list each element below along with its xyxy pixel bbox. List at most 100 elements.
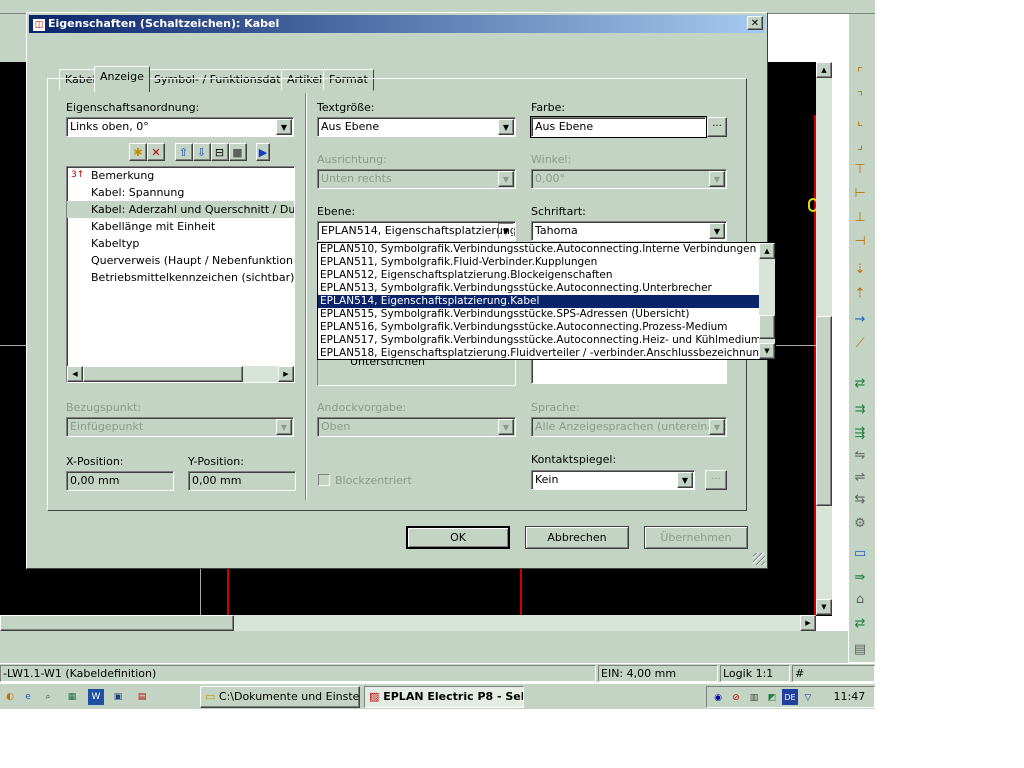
alignment-dropdown[interactable]: Unten rechts ▼ — [317, 169, 516, 189]
color-field[interactable]: Aus Ebene — [530, 116, 707, 138]
chevron-down-icon[interactable]: ▼ — [709, 171, 725, 187]
scroll-thumb[interactable] — [759, 315, 775, 339]
move-bottom-icon[interactable]: ■ — [228, 143, 247, 161]
list-item[interactable]: Betriebsmittelkennzeichen (sichtbar) — [67, 269, 294, 286]
scroll-left-arrow[interactable]: ◀ — [67, 366, 83, 382]
word-icon[interactable]: W — [88, 689, 104, 705]
move-top-icon[interactable]: ⊟ — [210, 143, 229, 161]
arrangement-dropdown[interactable]: Links oben, 0° ▼ — [66, 117, 294, 137]
dropdown-option[interactable]: EPLAN511, Symbolgrafik.Fluid-Verbinder.K… — [318, 256, 775, 269]
tab-anzeige[interactable]: Anzeige — [94, 66, 150, 92]
connector-icon[interactable]: ⇉ — [849, 398, 871, 420]
list-item-selected[interactable]: Kabel: Aderzahl und Querschnitt / Durchm… — [67, 201, 294, 218]
connector-icon[interactable]: ⇶ — [849, 422, 871, 444]
close-button[interactable]: ✕ — [747, 16, 763, 30]
canvas-vscrollbar[interactable]: ▲ ▼ — [816, 62, 832, 615]
chevron-down-icon[interactable]: ▼ — [498, 171, 514, 187]
corner-bottom-left-icon[interactable]: ⌞ — [849, 110, 871, 132]
connector-icon[interactable]: ⇌ — [849, 466, 871, 488]
scroll-thumb[interactable] — [83, 366, 243, 382]
cancel-button[interactable]: Abbrechen — [525, 526, 629, 549]
chevron-down-icon[interactable]: ▼ — [498, 419, 514, 435]
corner-top-right-icon[interactable]: ⌝ — [849, 86, 871, 108]
reference-point-dropdown[interactable]: Einfügepunkt ▼ — [66, 417, 294, 437]
list-item[interactable]: Querverweis (Haupt / Nebenfunktion) — [67, 252, 294, 269]
x-position-field[interactable]: 0,00 mm — [66, 471, 174, 491]
excel-icon[interactable]: ▦ — [64, 689, 80, 705]
dropdown-option[interactable]: EPLAN515, Symbolgrafik.Verbindungsstücke… — [318, 308, 775, 321]
angle-dropdown[interactable]: 0,00° ▼ — [531, 169, 727, 189]
connector-icon[interactable]: ⚙ — [849, 512, 871, 534]
connector-icon[interactable]: ⌂ — [849, 588, 871, 610]
contact-mirror-button[interactable]: ... — [705, 470, 727, 490]
scroll-right-arrow[interactable]: ▶ — [278, 366, 294, 382]
cross-down-icon[interactable]: ⇣ — [849, 258, 871, 280]
text-size-dropdown[interactable]: Aus Ebene ▼ — [317, 117, 516, 137]
scroll-down-arrow[interactable]: ▼ — [816, 599, 832, 615]
scroll-down-arrow[interactable]: ▼ — [759, 343, 775, 359]
font-dropdown[interactable]: Tahoma ▼ — [531, 221, 727, 241]
line-icon[interactable]: ⟋ — [849, 332, 871, 354]
scroll-up-arrow[interactable]: ▲ — [816, 62, 832, 78]
more-icon[interactable]: ▶ — [256, 143, 270, 161]
layer-dropdown[interactable]: EPLAN514, Eigenschaftsplatzierung.K ▼ — [317, 221, 516, 241]
taskbar-button-explorer[interactable]: ▭ C:\Dokumente und Einstel... — [200, 686, 360, 708]
list-item[interactable]: Kabellänge mit Einheit — [67, 218, 294, 235]
language-indicator[interactable]: DE — [782, 689, 798, 705]
t-junction-down-icon[interactable]: ⊤ — [849, 158, 871, 180]
dropdown-option[interactable]: EPLAN517, Symbolgrafik.Verbindungsstücke… — [318, 334, 775, 347]
ok-button[interactable]: OK — [406, 526, 510, 549]
connector-icon[interactable]: ⇛ — [849, 566, 871, 588]
list-item[interactable]: 3↑ Bemerkung — [67, 167, 294, 184]
chevron-down-icon[interactable]: ▼ — [276, 119, 292, 135]
chevron-down-icon[interactable]: ▼ — [498, 223, 514, 239]
dropdown-option[interactable]: EPLAN513, Symbolgrafik.Verbindungsstücke… — [318, 282, 775, 295]
dropdown-scrollbar[interactable]: ▲ ▼ — [759, 243, 775, 359]
color-picker-button[interactable]: ... — [707, 117, 727, 137]
delete-icon[interactable]: ✕ — [147, 143, 165, 161]
tray-icon[interactable]: ▥ — [746, 690, 762, 706]
layer-dropdown-list[interactable]: EPLAN510, Symbolgrafik.Verbindungsstücke… — [317, 242, 776, 360]
t-junction-left-icon[interactable]: ⊣ — [849, 230, 871, 252]
resize-grip-icon[interactable] — [753, 553, 765, 565]
tray-icon[interactable]: ◩ — [764, 690, 780, 706]
contact-mirror-dropdown[interactable]: Kein ▼ — [531, 470, 695, 490]
scroll-thumb[interactable] — [816, 316, 832, 506]
scroll-thumb[interactable] — [0, 615, 234, 631]
dock-dropdown[interactable]: Oben ▼ — [317, 417, 516, 437]
canvas-hscrollbar[interactable]: ▶ — [0, 615, 816, 631]
cross-up-icon[interactable]: ⇡ — [849, 282, 871, 304]
connector-icon[interactable]: ⇄ — [849, 612, 871, 634]
y-position-field[interactable]: 0,00 mm — [188, 471, 296, 491]
tray-icon[interactable]: ⊘ — [728, 690, 744, 706]
t-junction-up-icon[interactable]: ⊥ — [849, 206, 871, 228]
tray-icon[interactable]: ◉ — [710, 690, 726, 706]
new-item-icon[interactable]: ✱ — [129, 143, 147, 161]
dropdown-option[interactable]: EPLAN518, Eigenschaftsplatzierung.Fluidv… — [318, 347, 775, 359]
list-item[interactable]: Kabeltyp — [67, 235, 294, 252]
apply-button[interactable]: Übernehmen — [644, 526, 748, 549]
corner-top-left-icon[interactable]: ⌜ — [849, 62, 871, 84]
connector-icon[interactable]: ⇆ — [849, 488, 871, 510]
properties-list[interactable]: 3↑ Bemerkung Kabel: Spannung Kabel: Aderz… — [66, 166, 295, 383]
ie-icon[interactable]: e — [20, 689, 36, 705]
dialog-titlebar[interactable]: ◫ Eigenschaften (Schaltzeichen): Kabel ✕ — [29, 15, 765, 33]
connector-icon[interactable]: ⇄ — [849, 372, 871, 394]
list-hscrollbar[interactable]: ◀ ▶ — [67, 366, 294, 382]
network-icon[interactable]: ▽ — [800, 690, 816, 706]
chevron-down-icon[interactable]: ▼ — [709, 419, 725, 435]
chevron-down-icon[interactable]: ▼ — [677, 472, 693, 488]
connector-icon[interactable]: ⇋ — [849, 444, 871, 466]
chevron-down-icon[interactable]: ▼ — [276, 419, 292, 435]
arrow-right-icon[interactable]: → — [849, 308, 871, 330]
connector-icon[interactable]: ▭ — [849, 542, 871, 564]
app-icon[interactable]: ▣ — [110, 689, 126, 705]
scroll-right-arrow[interactable]: ▶ — [800, 615, 816, 631]
block-centered-checkbox[interactable] — [318, 474, 330, 486]
search-icon[interactable]: ⌕ — [40, 689, 56, 705]
dropdown-option-selected[interactable]: EPLAN514, Eigenschaftsplatzierung.Kabel — [318, 295, 759, 308]
chevron-down-icon[interactable]: ▼ — [709, 223, 725, 239]
dropdown-option[interactable]: EPLAN512, Eigenschaftsplatzierung.Blocke… — [318, 269, 775, 282]
page-icon[interactable]: ▤ — [849, 638, 871, 660]
t-junction-right-icon[interactable]: ⊢ — [849, 182, 871, 204]
